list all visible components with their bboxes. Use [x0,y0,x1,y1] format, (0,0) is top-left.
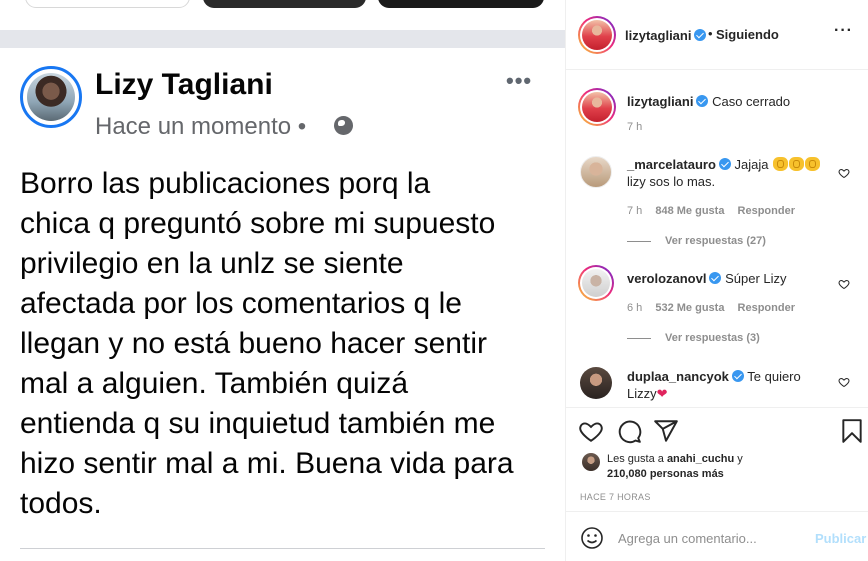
commenter-avatar[interactable] [580,367,612,399]
publish-button[interactable]: Publicar [815,531,866,546]
view-replies-button[interactable]: Ver respuestas (27) [627,235,766,247]
header-username[interactable]: lizytagliani [625,28,691,43]
verified-icon [709,272,722,284]
heart-icon[interactable] [838,376,850,388]
comment-text: Te quiero [747,369,801,384]
comments-list[interactable]: lizytagliani Caso cerrado 7 h _marcelata… [566,71,868,407]
fb-text-line: llegan y no está bueno hacer sentir [20,327,487,360]
comment-username[interactable]: verolozanovl [627,271,706,286]
fb-text-line: mal a alguien. También quizá [20,367,409,400]
comment-text-line2: lizy sos lo mas. [627,174,716,189]
comment-input[interactable] [618,527,798,549]
verified-icon [694,29,707,41]
fb-story-thumb [25,0,190,8]
emoji-icon[interactable] [580,526,604,550]
clap-emoji [805,157,821,171]
likes-user[interactable]: anahi_cuchu [667,453,734,465]
post-image[interactable]: Lizy Tagliani Hace un momento • ••• Borr… [0,0,565,561]
likes-prefix: Les gusta a [607,453,664,465]
more-options-icon[interactable]: ··· [834,22,853,40]
comment-meta: 6 h 532 Me gusta Responder [627,302,805,314]
fb-more-icon: ••• [506,68,533,93]
fb-post-time: Hace un momento • [95,113,307,140]
comment-username[interactable]: _marcelatauro [627,157,716,172]
post-actions: Les gusta a anahi_cuchu y 210,080 person… [566,407,868,511]
clap-emoji [789,157,805,171]
post-timestamp[interactable]: HACE 7 HORAS [580,492,651,502]
author-avatar[interactable] [578,16,616,54]
comment-text-wrap: _marcelatauro Jajaja lizy sos lo mas. [627,156,837,190]
reply-button[interactable]: Responder [738,302,795,314]
comment-icon[interactable] [616,418,642,444]
fb-text-line: chica q preguntó sobre mi supuesto [20,207,496,240]
caption-username[interactable]: lizytagliani [627,94,693,109]
verified-icon [718,158,731,170]
fb-avatar [27,73,75,121]
fb-text-line: privilegio en la unlz se siente [20,247,404,280]
fb-avatar-ring [20,66,82,128]
view-replies-button[interactable]: Ver respuestas (3) [627,332,760,344]
comment-likes[interactable]: 848 Me gusta [655,205,724,217]
heart-icon[interactable] [838,167,850,179]
commenter-avatar[interactable] [578,265,614,301]
fb-separator-band [0,30,565,48]
fb-divider [20,548,545,549]
caption-text-wrap: lizytagliani Caso cerrado [627,93,837,110]
globe-icon [334,116,353,135]
comment-meta: 7 h 848 Me gusta Responder [627,205,805,217]
caption-time[interactable]: 7 h [627,121,642,133]
caption-text: Caso cerrado [712,94,791,109]
comment-text: Súper Lizy [725,271,787,286]
clap-emoji [773,157,789,171]
view-replies-label: Ver respuestas (3) [665,332,760,344]
fb-text-line: Borro las publicaciones porq la [20,167,431,200]
verified-icon [731,370,744,382]
fb-text-line: entienda q su inquietud también me [20,407,496,440]
heart-icon[interactable] [578,418,604,444]
add-comment-bar: Publicar [566,511,868,561]
fb-author-name: Lizy Tagliani [95,68,273,101]
comment-text: Jajaja [734,157,769,172]
instagram-post-view: Lizy Tagliani Hace un momento • ••• Borr… [0,0,868,561]
comment-text-wrap: verolozanovl Súper Lizy [627,270,837,287]
replies-line [627,240,651,242]
comment-time[interactable]: 6 h [627,302,642,314]
comment-username[interactable]: duplaa_nancyok [627,369,729,384]
fb-story-thumb [203,0,366,8]
share-icon[interactable] [653,418,679,444]
comment-text-line2: Lizzy [627,386,657,401]
fb-text-line: afectada por los comentarios q le [20,287,462,320]
verified-icon [696,95,709,107]
red-heart-emoji: ❤ [656,386,668,401]
header-separator: • [708,26,713,41]
view-replies-label: Ver respuestas (27) [665,235,766,247]
reply-button[interactable]: Responder [738,205,795,217]
caption-meta: 7 h [627,121,652,133]
comment-text-wrap: duplaa_nancyok Te quiero Lizzy❤ [627,368,837,402]
caption-avatar[interactable] [578,88,616,126]
fb-text-line: hizo sentir mal a mi. Buena vida para [20,447,514,480]
bookmark-icon[interactable] [839,418,865,444]
replies-line [627,337,651,339]
liker-avatar[interactable] [582,453,600,471]
header-user: lizytagliani [625,27,707,45]
comment-time[interactable]: 7 h [627,205,642,217]
fb-story-thumb [378,0,544,8]
likes-summary: Les gusta a anahi_cuchu y 210,080 person… [607,452,857,482]
likes-count[interactable]: 210,080 personas más [607,468,724,480]
commenter-avatar[interactable] [580,156,612,188]
following-button[interactable]: Siguiendo [716,27,779,42]
heart-icon[interactable] [838,278,850,290]
fb-top-strip [0,0,565,30]
post-header: lizytagliani • Siguiendo ··· [566,0,868,70]
likes-middle: y [737,453,743,465]
fb-text-line: todos. [20,487,102,520]
ig-side-panel: lizytagliani • Siguiendo ··· lizytaglian… [565,0,868,561]
comment-likes[interactable]: 532 Me gusta [655,302,724,314]
fb-post-text: Borro las publicaciones porq la chica q … [20,164,560,524]
